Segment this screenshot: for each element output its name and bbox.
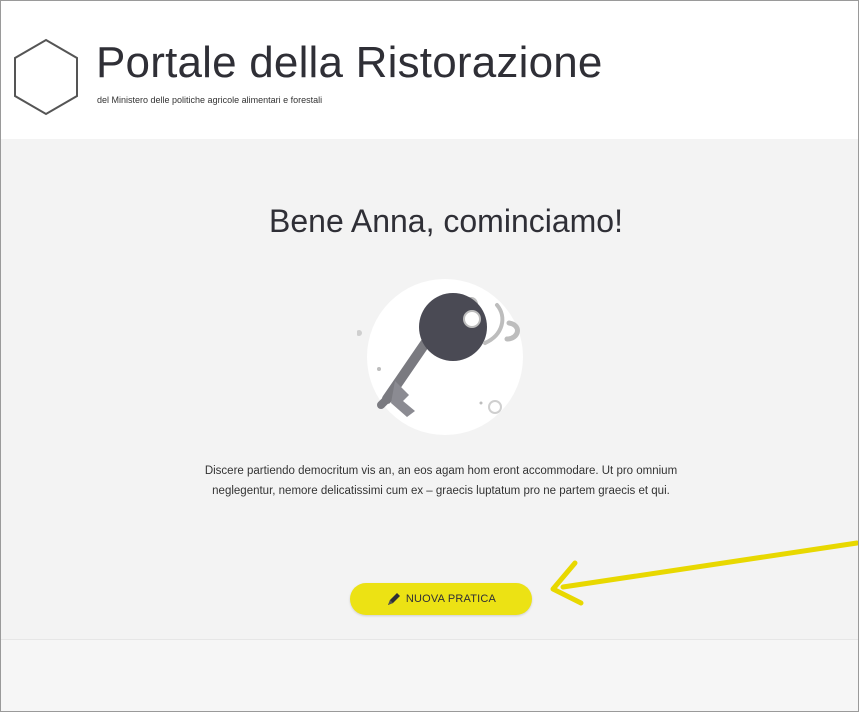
new-practice-button[interactable]: NUOVA PRATICA xyxy=(350,583,532,615)
page-footer-area xyxy=(1,639,858,711)
hexagon-icon xyxy=(14,38,78,116)
key-icon xyxy=(357,279,523,435)
greeting-heading: Bene Anna, cominciamo! xyxy=(269,203,623,239)
app-window: Portale della Ristorazione del Ministero… xyxy=(0,0,859,712)
site-subtitle: del Ministero delle politiche agricole a… xyxy=(97,95,323,105)
main-content: Bene Anna, cominciamo! Discere partiendo… xyxy=(1,139,858,639)
site-title: Portale della Ristorazione xyxy=(96,38,603,87)
intro-paragraph: Discere partiendo democritum vis an, an … xyxy=(204,465,678,497)
site-header: Portale della Ristorazione del Ministero… xyxy=(1,1,858,139)
new-practice-button-label: NUOVA PRATICA xyxy=(405,593,497,605)
pencil-icon xyxy=(387,593,400,605)
